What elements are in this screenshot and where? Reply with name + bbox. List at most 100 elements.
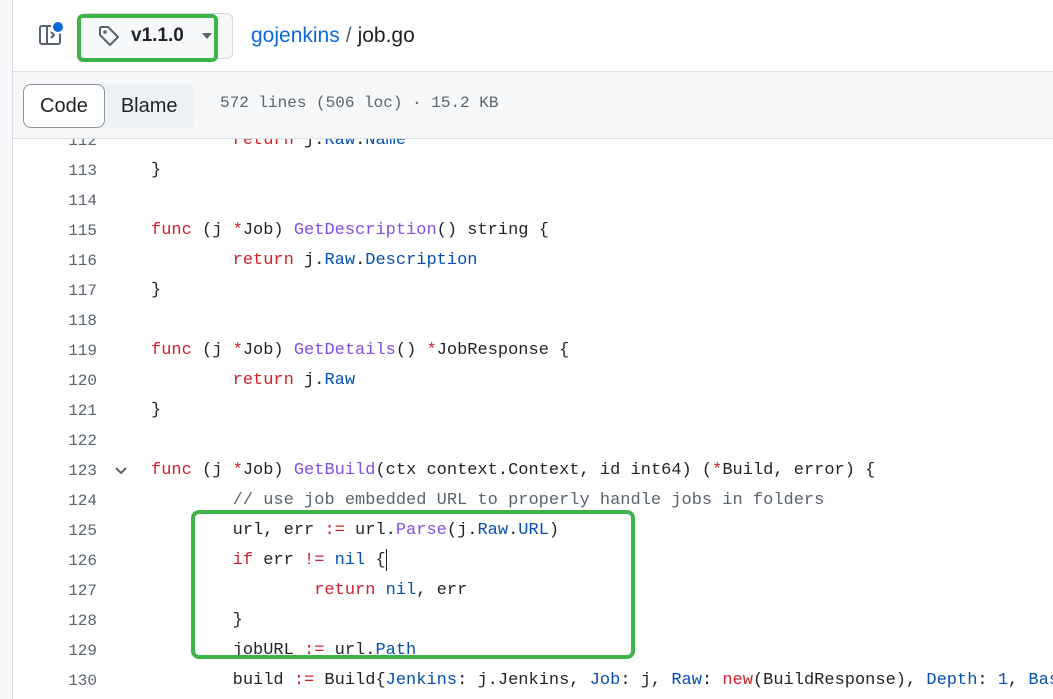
code-token: : <box>701 671 723 690</box>
line-number[interactable]: 115 <box>13 216 97 246</box>
line-number[interactable]: 130 <box>13 666 97 696</box>
code-token: Job) <box>242 461 294 480</box>
code-token: := <box>304 641 325 660</box>
code-token: url, err <box>151 521 325 540</box>
line-number[interactable]: 122 <box>13 426 97 456</box>
code-token: err <box>253 551 305 570</box>
code-token: url. <box>344 521 396 540</box>
line-number[interactable]: 117 <box>13 276 97 306</box>
line-source: return j.Raw.Name <box>151 139 406 156</box>
code-token: if <box>232 551 254 570</box>
code-token: () string { <box>436 221 549 240</box>
breadcrumb-repo-link[interactable]: gojenkins <box>251 24 340 47</box>
code-token: Build, error) { <box>722 461 876 480</box>
code-token: Raw <box>477 521 509 540</box>
file-meta-info: 572 lines (506 loc) · 15.2 KB <box>220 94 499 112</box>
left-rail <box>0 0 13 699</box>
line-number[interactable]: 113 <box>13 156 97 186</box>
line-number[interactable]: 125 <box>13 516 97 546</box>
code-viewer-window: v1.1.0 gojenkins / job.go Code Blame 572 l… <box>0 0 1053 699</box>
code-token: JobResponse { <box>436 341 570 360</box>
code-token: != <box>304 551 325 570</box>
code-token: // use job embedded URL to properly hand… <box>232 491 825 510</box>
notification-dot <box>51 20 65 34</box>
text-cursor <box>385 548 387 571</box>
code-token: , err <box>416 581 468 600</box>
line-source: return nil, err <box>151 576 467 606</box>
code-token: Raw <box>324 139 356 150</box>
line-number[interactable]: 116 <box>13 246 97 276</box>
code-tab-button[interactable]: Code <box>23 84 105 128</box>
breadcrumb-file-name: job.go <box>357 24 415 47</box>
line-number[interactable]: 127 <box>13 576 97 606</box>
code-token: return <box>314 581 376 600</box>
line-source: func (j *Job) GetBuild(ctx context.Conte… <box>151 456 875 486</box>
code-token: Job) <box>242 221 294 240</box>
line-number[interactable]: 120 <box>13 366 97 396</box>
code-token: : <box>977 671 998 690</box>
code-token: , <box>1008 671 1029 690</box>
chevron-down-icon <box>201 33 212 39</box>
code-token: Depth <box>926 671 978 690</box>
code-token: 1 <box>997 671 1009 690</box>
tag-label: v1.1.0 <box>131 25 184 46</box>
code-token: Build{ <box>314 671 386 690</box>
line-number[interactable]: 118 <box>13 306 97 336</box>
code-token: } <box>151 161 162 180</box>
code-token: j. <box>293 371 325 390</box>
code-token: := <box>324 521 345 540</box>
line-number[interactable]: 114 <box>13 186 97 216</box>
code-token: * <box>232 461 243 480</box>
code-view[interactable]: 112 return j.Raw.Name 113} 114 115 func (j *… <box>13 139 1053 699</box>
fold-chevron-icon[interactable] <box>113 456 129 486</box>
code-token: (j <box>191 461 233 480</box>
code-token: : j.Jenkins, <box>457 671 590 690</box>
line-number[interactable]: 126 <box>13 546 97 576</box>
line-number[interactable]: 123 <box>13 456 97 486</box>
code-token: (j <box>191 341 233 360</box>
file-header: v1.1.0 gojenkins / job.go <box>13 0 1053 72</box>
blame-tab-button[interactable]: Blame <box>105 84 194 128</box>
line-number[interactable]: 112 <box>13 139 97 156</box>
code-token: j. <box>293 251 325 270</box>
line-source: func (j *Job) GetDetails() *JobResponse … <box>151 336 569 366</box>
line-source: build := Build{Jenkins: j.Jenkins, Job: … <box>151 666 1053 696</box>
code-token: Name <box>365 139 407 150</box>
line-source: } <box>151 606 243 636</box>
code-token: (BuildResponse), <box>752 671 927 690</box>
code-token: func <box>151 461 192 480</box>
line-number[interactable]: 124 <box>13 486 97 516</box>
code-token: Jenkins <box>385 671 458 690</box>
code-token: url. <box>324 641 376 660</box>
code-token: nil <box>385 581 417 600</box>
code-token: Job <box>589 671 621 690</box>
code-token: . <box>508 521 519 540</box>
code-token: } <box>151 611 243 630</box>
line-source: func (j *Job) GetDescription() string { <box>151 216 549 246</box>
code-token: func <box>151 341 192 360</box>
code-token: * <box>232 221 243 240</box>
line-number[interactable]: 119 <box>13 336 97 366</box>
code-token: Job) <box>242 341 294 360</box>
code-token: * <box>712 461 723 480</box>
code-token: new <box>722 671 753 690</box>
line-number[interactable]: 129 <box>13 636 97 666</box>
code-token: return <box>232 251 294 270</box>
breadcrumb: gojenkins / job.go <box>251 22 415 50</box>
line-number[interactable]: 128 <box>13 606 97 636</box>
code-token: func <box>151 221 192 240</box>
code-token: } <box>151 281 162 300</box>
line-source: url, err := url.Parse(j.Raw.URL) <box>151 516 560 546</box>
tag-selector-button[interactable]: v1.1.0 <box>80 13 233 59</box>
code-token: URL <box>518 521 549 540</box>
line-number[interactable]: 121 <box>13 396 97 426</box>
breadcrumb-separator: / <box>345 24 352 47</box>
sidebar-toggle-button[interactable] <box>33 18 67 52</box>
code-token: : j, <box>620 671 672 690</box>
tag-icon <box>99 26 119 46</box>
